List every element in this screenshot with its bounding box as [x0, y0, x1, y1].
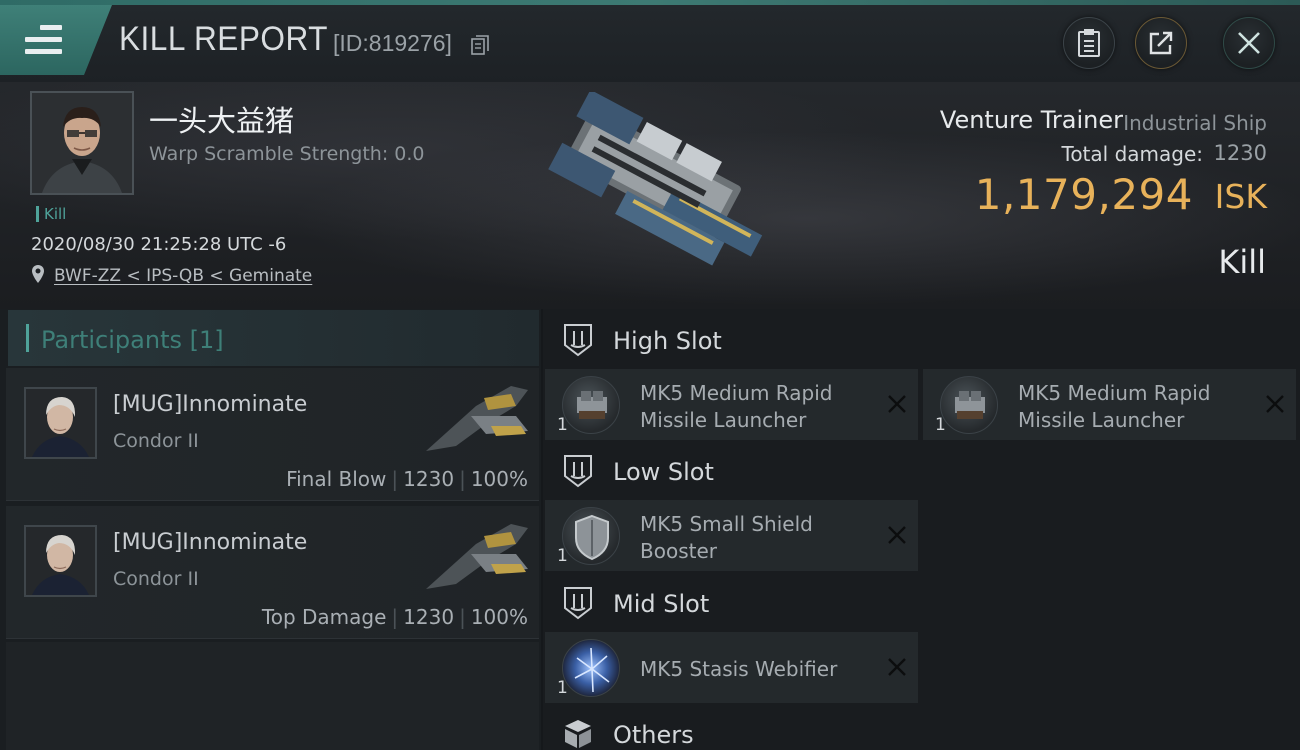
isk-value: 1,179,294 — [974, 170, 1193, 219]
module-name: MK5 Small Shield Booster — [640, 512, 813, 563]
participant-damage: 1230 — [403, 467, 455, 491]
participant-avatar[interactable] — [24, 525, 97, 597]
destroyed-x-icon — [1266, 395, 1284, 413]
participant-row[interactable]: [MUG]Innominate Condor II Top Damage | 123… — [6, 506, 539, 639]
participant-name: [MUG]Innominate — [113, 530, 308, 555]
mid-slot-header: Mid Slot — [545, 573, 1300, 635]
victim-name: 一头大益猪 — [149, 104, 295, 138]
participant-portrait-image — [26, 389, 95, 457]
result-label: Kill — [1218, 243, 1266, 281]
high-slot-label: High Slot — [613, 327, 722, 355]
clipboard-icon — [1078, 29, 1100, 57]
cargo-box-icon — [565, 720, 591, 748]
low-slot-icon — [564, 455, 592, 488]
module-quantity: 1 — [935, 415, 946, 435]
participant-damage-percent: 100% — [470, 605, 528, 629]
high-slot-header: High Slot — [545, 310, 1300, 372]
hamburger-menu-icon — [25, 25, 62, 55]
mid-slot-label: Mid Slot — [613, 590, 710, 618]
stasis-webifier-icon — [562, 639, 620, 697]
destroyed-x-icon — [888, 658, 906, 676]
missile-launcher-icon — [562, 376, 620, 434]
missile-launcher-icon — [940, 376, 998, 434]
report-button[interactable] — [1063, 17, 1115, 69]
participant-stats: Top Damage | 1230 | 100% — [261, 605, 528, 629]
page-title: KILL REPORT — [119, 20, 328, 58]
module-quantity: 1 — [557, 415, 568, 435]
participants-accent-bar — [26, 324, 29, 352]
module-name: MK5 Stasis Webifier — [640, 657, 838, 681]
participant-row[interactable]: [MUG]Innominate Condor II Final Blow | 123… — [6, 368, 539, 501]
participant-portrait-image — [26, 527, 95, 595]
participant-ship: Condor II — [113, 430, 199, 452]
total-damage-label: Total damage: — [1061, 142, 1204, 166]
victim-ship-class: Industrial Ship — [1123, 111, 1267, 135]
participant-name: [MUG]Innominate — [113, 392, 308, 417]
low-slot-label: Low Slot — [613, 458, 714, 486]
high-slot-icon — [564, 324, 592, 357]
module-name: MK5 Medium Rapid Missile Launcher — [1018, 381, 1211, 432]
close-icon — [1238, 32, 1260, 54]
destroyed-x-icon — [888, 395, 906, 413]
module-quantity: 1 — [557, 546, 568, 566]
participant-damage: 1230 — [403, 605, 455, 629]
mid-slot-icon — [564, 587, 592, 620]
close-button[interactable] — [1223, 17, 1275, 69]
participant-ship: Condor II — [113, 568, 199, 590]
total-damage-value: 1230 — [1213, 141, 1267, 165]
warp-scramble-strength: Warp Scramble Strength: 0.0 — [149, 143, 425, 165]
module-card[interactable]: 1 MK5 Stasis Webifier — [545, 632, 918, 703]
module-card[interactable]: 1 MK5 Medium Rapid Missile Launcher — [923, 369, 1296, 440]
participants-label: Participants [1] — [41, 326, 224, 354]
low-slot-header: Low Slot — [545, 441, 1300, 503]
isk-unit: ISK — [1214, 177, 1267, 216]
module-name: MK5 Medium Rapid Missile Launcher — [640, 381, 833, 432]
module-card[interactable]: 1 MK5 Small Shield Booster — [545, 500, 918, 571]
module-quantity: 1 — [557, 678, 568, 698]
kill-timestamp: 2020/08/30 21:25:28 UTC -6 — [31, 234, 287, 255]
participant-stats: Final Blow | 1230 | 100% — [286, 467, 528, 491]
module-card[interactable]: 1 MK5 Medium Rapid Missile Launcher — [545, 369, 918, 440]
victim-ship-name: Venture Trainer — [939, 106, 1123, 134]
share-icon — [1149, 31, 1173, 55]
participant-role: Final Blow — [286, 467, 387, 491]
participant-ship-image — [426, 524, 528, 589]
destroyed-x-icon — [888, 526, 906, 544]
victim-avatar[interactable] — [30, 91, 134, 195]
victim-ship-image — [548, 92, 763, 266]
participant-ship-image — [426, 386, 528, 451]
shield-booster-icon — [562, 507, 620, 565]
report-id: [ID:819276] — [333, 30, 452, 56]
location-link[interactable]: BWF-ZZ < IPS-QB < Geminate — [54, 266, 312, 286]
participant-avatar[interactable] — [24, 387, 97, 459]
others-label: Others — [613, 721, 694, 749]
participant-role: Top Damage — [261, 605, 387, 629]
others-header: Others — [545, 704, 1300, 750]
participants-empty-area — [6, 642, 539, 750]
location-pin-icon — [32, 265, 44, 283]
kill-tag: Kill — [36, 206, 66, 222]
copy-icon[interactable] — [471, 35, 489, 55]
participant-damage-percent: 100% — [470, 467, 528, 491]
victim-portrait-image — [32, 93, 132, 193]
share-button[interactable] — [1135, 17, 1187, 69]
